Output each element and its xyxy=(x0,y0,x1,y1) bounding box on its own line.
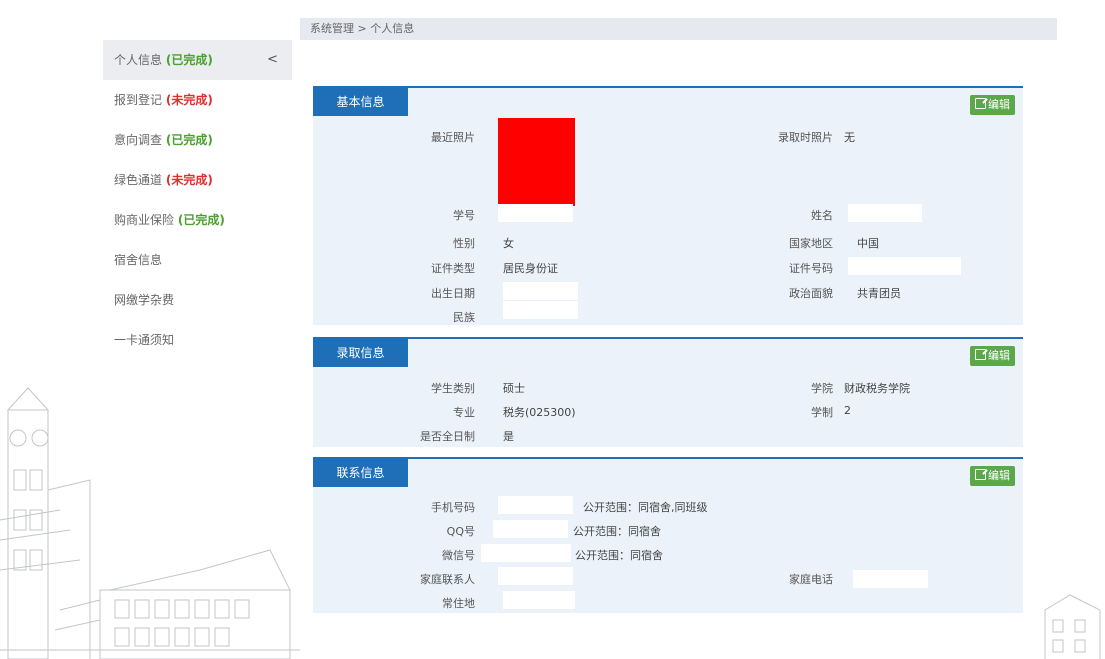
status-badge: (已完成) xyxy=(165,133,213,147)
status-badge: (已完成) xyxy=(177,213,225,227)
sidebar-item-registration[interactable]: 报到登记 (未完成) xyxy=(103,80,292,120)
admission-photo-label: 录取时照片 xyxy=(778,131,833,144)
student-id-label: 学号 xyxy=(453,209,475,222)
id-number-label: 证件号码 xyxy=(789,262,833,275)
section-title: 录取信息 xyxy=(313,339,408,367)
section-title: 联系信息 xyxy=(313,459,408,487)
ethnic-value xyxy=(503,301,578,319)
chevron-left-icon[interactable]: < xyxy=(267,40,278,80)
gender-value: 女 xyxy=(503,237,514,250)
residence-value xyxy=(503,591,575,609)
major-value: 税务(025300) xyxy=(503,406,576,419)
basic-info-section: 基本信息 编辑 最近照片 录取时照片 无 学号 姓名 性别 女 国家地区 中国 … xyxy=(313,86,1023,325)
status-badge: (未完成) xyxy=(165,173,213,187)
sidebar-item-label: 绿色通道 xyxy=(114,173,163,187)
wechat-scope: 公开范围：同宿舍 xyxy=(575,549,663,562)
fulltime-value: 是 xyxy=(503,430,514,443)
gender-label: 性别 xyxy=(453,237,475,250)
family-phone-value xyxy=(853,570,928,588)
contact-info-section: 联系信息 编辑 手机号码 公开范围：同宿舍,同班级 QQ号 公开范围：同宿舍 微… xyxy=(313,457,1023,613)
name-label: 姓名 xyxy=(811,209,833,222)
phone-value xyxy=(498,496,573,514)
edit-icon xyxy=(975,469,986,480)
phone-label: 手机号码 xyxy=(431,501,475,514)
edit-button-label: 编辑 xyxy=(988,98,1010,111)
country-label: 国家地区 xyxy=(789,237,833,250)
edit-button[interactable]: 编辑 xyxy=(970,95,1015,115)
recent-photo-label: 最近照片 xyxy=(431,131,475,144)
sidebar-nav: 个人信息 (已完成) < 报到登记 (未完成) 意向调查 (已完成) 绿色通道 … xyxy=(103,40,292,360)
student-category-label: 学生类别 xyxy=(431,382,475,395)
breadcrumb: 系统管理 > 个人信息 xyxy=(300,18,1057,40)
admission-photo-value: 无 xyxy=(844,131,855,144)
sidebar-item-green-channel[interactable]: 绿色通道 (未完成) xyxy=(103,160,292,200)
major-label: 专业 xyxy=(453,406,475,419)
edit-icon xyxy=(975,98,986,109)
duration-label: 学制 xyxy=(811,406,833,419)
sidebar-item-label: 宿舍信息 xyxy=(114,253,163,267)
campus-sketch-illustration xyxy=(0,387,300,659)
edit-icon xyxy=(975,349,986,360)
recent-photo xyxy=(498,118,575,206)
sidebar-item-label: 报到登记 xyxy=(114,93,163,107)
politics-value: 共青团员 xyxy=(857,287,901,300)
sidebar-item-label: 一卡通须知 xyxy=(114,333,175,347)
status-badge: (未完成) xyxy=(165,93,213,107)
qq-value xyxy=(493,520,568,538)
sidebar-item-campus-card[interactable]: 一卡通须知 xyxy=(103,320,292,360)
edit-button[interactable]: 编辑 xyxy=(970,466,1015,486)
edit-button-label: 编辑 xyxy=(988,469,1010,482)
family-phone-label: 家庭电话 xyxy=(789,573,833,586)
edit-button[interactable]: 编辑 xyxy=(970,346,1015,366)
name-value xyxy=(848,204,922,222)
admission-info-section: 录取信息 编辑 学生类别 硕士 学院 财政税务学院 专业 税务(025300) … xyxy=(313,337,1023,447)
sidebar-item-survey[interactable]: 意向调查 (已完成) xyxy=(103,120,292,160)
phone-scope: 公开范围：同宿舍,同班级 xyxy=(583,501,708,514)
sidebar-item-label: 意向调查 xyxy=(114,133,163,147)
id-type-value: 居民身份证 xyxy=(503,262,558,275)
building-sketch-illustration xyxy=(1044,594,1101,659)
sidebar-item-insurance[interactable]: 购商业保险 (已完成) xyxy=(103,200,292,240)
sidebar-item-label: 网缴学杂费 xyxy=(114,293,175,307)
family-contact-label: 家庭联系人 xyxy=(420,573,475,586)
ethnic-label: 民族 xyxy=(453,311,475,324)
residence-label: 常住地 xyxy=(442,597,475,610)
status-badge: (已完成) xyxy=(165,53,213,67)
sidebar-item-dormitory[interactable]: 宿舍信息 xyxy=(103,240,292,280)
wechat-label: 微信号 xyxy=(442,549,475,562)
sidebar-item-label: 个人信息 xyxy=(114,53,163,67)
birth-date-label: 出生日期 xyxy=(431,287,475,300)
college-label: 学院 xyxy=(811,382,833,395)
edit-button-label: 编辑 xyxy=(988,349,1010,362)
qq-label: QQ号 xyxy=(446,525,475,538)
duration-value: 2 xyxy=(844,404,851,417)
politics-label: 政治面貌 xyxy=(789,287,833,300)
student-category-value: 硕士 xyxy=(503,382,525,395)
birth-date-value xyxy=(503,282,578,300)
main-content: 基本信息 编辑 最近照片 录取时照片 无 学号 姓名 性别 女 国家地区 中国 … xyxy=(300,40,1043,659)
qq-scope: 公开范围：同宿舍 xyxy=(573,525,661,538)
wechat-value xyxy=(481,544,571,562)
sidebar-item-tuition[interactable]: 网缴学杂费 xyxy=(103,280,292,320)
college-value: 财政税务学院 xyxy=(844,382,910,395)
section-title: 基本信息 xyxy=(313,88,408,116)
fulltime-label: 是否全日制 xyxy=(420,430,475,443)
family-contact-value xyxy=(498,567,573,585)
id-number-value xyxy=(848,257,961,275)
sidebar-item-label: 购商业保险 xyxy=(114,213,175,227)
country-value: 中国 xyxy=(857,237,879,250)
sidebar-item-personal-info[interactable]: 个人信息 (已完成) < xyxy=(103,40,292,80)
student-id-value xyxy=(498,204,573,222)
id-type-label: 证件类型 xyxy=(431,262,475,275)
